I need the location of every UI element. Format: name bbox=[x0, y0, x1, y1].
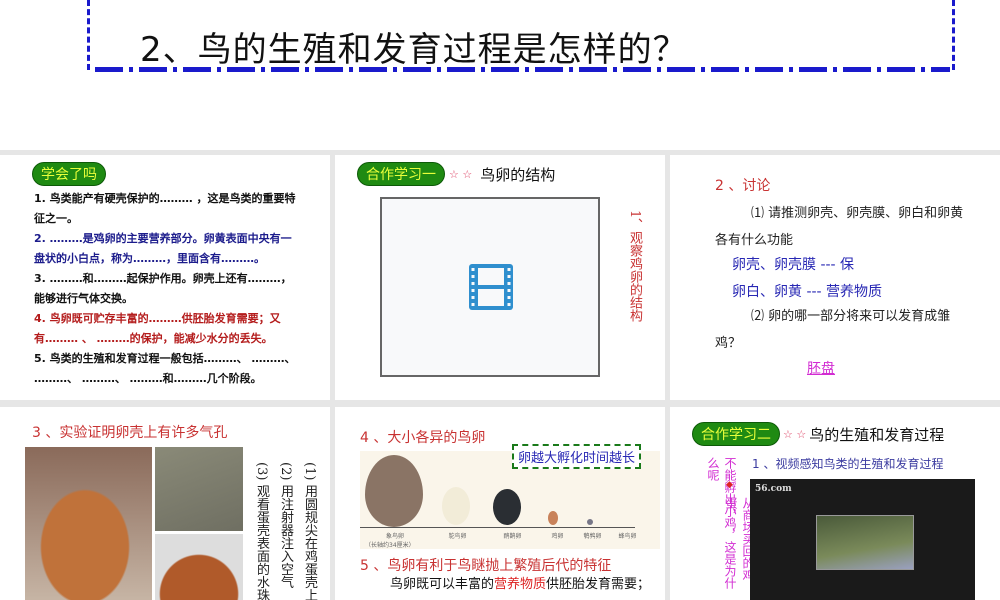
video-watermark: 56.com bbox=[755, 484, 792, 494]
slide-thumbnail-reproduction[interactable]: 合作学习二 ☆ ☆ 鸟的生殖和发育过程 1 、视频感知鸟类的生殖和发育过程 不能… bbox=[670, 407, 1000, 600]
highlight-text: 营养物质 bbox=[494, 577, 547, 592]
title-area: 2、鸟的生殖和发育过程是怎样的？ bbox=[0, 0, 1000, 150]
question-1: 1. 鸟类能产有硬壳保护的……… ，这是鸟类的重要特征之一。 bbox=[34, 192, 296, 225]
badge: 合作学习二 bbox=[692, 422, 780, 446]
stars: ☆ ☆ bbox=[449, 167, 473, 181]
video-player[interactable]: 56.com bbox=[750, 479, 975, 600]
answer-1: 卵壳、卵壳膜 --- 保 bbox=[732, 257, 855, 273]
slide-heading: 2 、讨论 bbox=[715, 178, 771, 194]
page-title: 2、鸟的生殖和发育过程是怎样的？ bbox=[140, 30, 688, 70]
slide-heading: 鸟的生殖和发育过程 bbox=[809, 425, 945, 444]
slide-thumbnail-discussion[interactable]: 2 、讨论 ⑴ 请推测卵壳、卵壳膜、卵白和卵黄各有什么功能 卵壳、卵壳膜 ---… bbox=[670, 155, 1000, 400]
question-5: 5. 鸟类的生殖和发育过程一般包括………、 ………、 ………、 ………、 ………… bbox=[34, 352, 296, 385]
egg-injection-photo bbox=[155, 534, 243, 600]
stars: ☆ ☆ bbox=[783, 427, 807, 441]
egg-note: （长轴约34厘米） bbox=[365, 542, 415, 549]
body-text: 鸟卵既可以丰富的 bbox=[390, 577, 495, 592]
video-icon bbox=[469, 264, 513, 310]
syringe-photo bbox=[155, 447, 243, 531]
question-3: 3. ………和………起保护作用。卵壳上还有………，能够进行气体交换。 bbox=[34, 272, 292, 305]
slide-thumbnail-review[interactable]: 学会了吗 1. 鸟类能产有硬壳保护的……… ，这是鸟类的重要特征之一。 2. …… bbox=[0, 155, 330, 400]
step-3: (3) 观看蛋壳表面的水珠 bbox=[254, 462, 269, 600]
slide-grid: 学会了吗 1. 鸟类能产有硬壳保护的……… ，这是鸟类的重要特征之一。 2. …… bbox=[0, 150, 1000, 600]
question-1: ⑴ 请推测卵壳、卵壳膜、卵白和卵黄各有什么功能 bbox=[715, 206, 964, 248]
body-text: 供胚胎发育需要； bbox=[546, 577, 651, 592]
answer-2: 卵白、卵黄 --- 营养物质 bbox=[732, 284, 883, 300]
slide-thumbnail-egg-structure[interactable]: 合作学习一 ☆ ☆ 鸟卵的结构 1、观察鸡卵的结构 bbox=[335, 155, 665, 400]
subheading: 1 、视频感知鸟类的生殖和发育过程 bbox=[752, 457, 944, 471]
slide-heading: 鸟卵的结构 bbox=[480, 165, 556, 184]
slide-heading: 4 、大小各异的鸟卵 bbox=[360, 430, 486, 446]
slide-heading-2: 5 、鸟卵有利于鸟瞇抛上繁殖后代的特征 bbox=[360, 558, 612, 574]
question-2: ⑵ 卵的哪一部分将来可以发育成雏鸡？ bbox=[715, 309, 951, 351]
slide-heading: 3 、实验证明卵壳上有许多气孔 bbox=[32, 425, 228, 441]
egg-label: 鸡卵 bbox=[551, 533, 564, 540]
step-2: (2) 用注射器注入空气 bbox=[278, 462, 293, 589]
bullet-icon: ◆ bbox=[726, 480, 733, 490]
badge: 合作学习一 bbox=[357, 162, 445, 186]
badge: 学会了吗 bbox=[32, 162, 106, 186]
slide-thumbnail-egg-sizes[interactable]: 4 、大小各异的鸟卵 象鸟卵 鸵鸟卵 鸸鹋卵 鸡卵 鹌鹑卵 蜂鸟卵 （长轴约34… bbox=[335, 407, 665, 600]
step-1: (1) 用圆规尖在鸡蛋壳上 bbox=[302, 462, 317, 600]
callout: 卵越大孵化时间越长 bbox=[512, 444, 642, 469]
egg-label: 鸸鹋卵 bbox=[503, 533, 522, 540]
egg-label: 鸵鸟卵 bbox=[448, 533, 467, 540]
egg-label: 鹌鹑卵 bbox=[583, 533, 602, 540]
egg-label: 象鸟卵 bbox=[385, 533, 404, 540]
answer-3: 胚盘 bbox=[807, 361, 835, 377]
video-placeholder[interactable] bbox=[380, 197, 600, 377]
question-4: 4. 鸟卵既可贮存丰富的………供胚胎发育需要；又有……… 、 ………的保护，能减… bbox=[34, 312, 281, 345]
side-caption: 1、观察鸡卵的结构 bbox=[627, 210, 642, 323]
slide-thumbnail-experiment[interactable]: 3 、实验证明卵壳上有许多气孔 (1) 用圆规尖在鸡蛋壳上 (2) 用注射器注入… bbox=[0, 407, 330, 600]
egg-photo bbox=[25, 447, 152, 600]
egg-label: 蜂鸟卵 bbox=[618, 533, 637, 540]
question-2: 2. ………是鸡卵的主要营养部分。卵黄表面中央有一盘状的小白点，称为………，里面… bbox=[34, 232, 292, 265]
